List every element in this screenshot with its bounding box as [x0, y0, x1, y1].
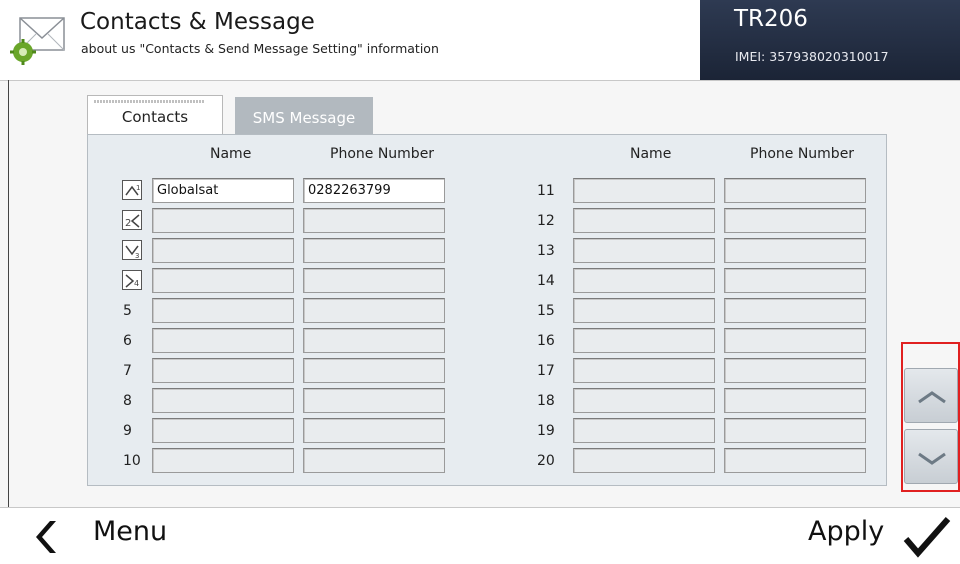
left-divider — [8, 80, 9, 564]
contact-phone-field[interactable] — [303, 208, 445, 233]
contact-name-field[interactable] — [573, 208, 715, 233]
row-number: 11 — [537, 183, 555, 199]
contact-name-field[interactable] — [573, 388, 715, 413]
contact-name-field[interactable] — [152, 358, 294, 383]
contact-phone-field[interactable] — [303, 328, 445, 353]
chevron-left-icon[interactable] — [32, 519, 56, 555]
header: Contacts & Message about us "Contacts & … — [0, 0, 960, 80]
contact-name-field[interactable] — [152, 388, 294, 413]
row-number: 10 — [123, 453, 141, 469]
contact-phone-field[interactable] — [724, 448, 866, 473]
chevron-down-icon — [918, 452, 946, 465]
contact-name-field[interactable] — [152, 268, 294, 293]
device-info: TR206 IMEI: 357938020310017 — [700, 0, 960, 80]
device-name: TR206 — [734, 6, 808, 32]
column-header-phone-right: Phone Number — [750, 146, 855, 162]
envelope-gear-icon — [10, 17, 65, 65]
contact-name-field[interactable] — [573, 238, 715, 263]
row-number: 13 — [537, 243, 555, 259]
contact-phone-field[interactable] — [724, 208, 866, 233]
column-header-name-left: Name — [210, 146, 252, 162]
contact-phone-field[interactable] — [303, 298, 445, 323]
contact-name-field[interactable] — [573, 268, 715, 293]
contact-phone-field[interactable] — [724, 328, 866, 353]
apply-button[interactable]: Apply — [808, 516, 884, 547]
row-number: 6 — [123, 333, 132, 349]
tab-sms-message[interactable]: SMS Message — [235, 97, 373, 135]
quick-key-4-icon: 4 — [122, 270, 142, 290]
scroll-down-button[interactable] — [904, 429, 958, 484]
checkmark-icon[interactable] — [900, 515, 954, 559]
contact-name-field[interactable] — [152, 238, 294, 263]
device-imei: IMEI: 357938020310017 — [735, 49, 889, 64]
contact-phone-field[interactable] — [303, 448, 445, 473]
svg-text:1: 1 — [136, 184, 140, 192]
quick-key-1-icon: 1 — [122, 180, 142, 200]
tab-contacts-label: Contacts — [121, 108, 189, 126]
svg-text:2: 2 — [125, 218, 131, 229]
row-number: 16 — [537, 333, 555, 349]
contact-name-field[interactable] — [573, 358, 715, 383]
row-number: 12 — [537, 213, 555, 229]
contact-name-field[interactable] — [573, 418, 715, 443]
contact-phone-field[interactable] — [724, 388, 866, 413]
page-title: Contacts & Message — [80, 9, 315, 35]
quick-key-3-icon: 3 — [122, 240, 142, 260]
contact-phone-field[interactable]: 0282263799 — [303, 178, 445, 203]
contact-phone-field[interactable] — [303, 238, 445, 263]
column-header-phone-left: Phone Number — [330, 146, 435, 162]
quick-key-2-icon: 2 — [122, 210, 142, 230]
contact-phone-field[interactable] — [724, 238, 866, 263]
row-number: 20 — [537, 453, 555, 469]
contact-phone-field[interactable] — [303, 418, 445, 443]
row-number: 15 — [537, 303, 555, 319]
row-number: 8 — [123, 393, 132, 409]
row-number: 5 — [123, 303, 132, 319]
contact-name-field[interactable] — [573, 448, 715, 473]
contact-phone-field[interactable] — [303, 358, 445, 383]
contact-name-field[interactable] — [152, 208, 294, 233]
contact-phone-field[interactable] — [724, 268, 866, 293]
contact-name-field[interactable] — [573, 298, 715, 323]
column-header-name-right: Name — [630, 146, 672, 162]
contact-name-field[interactable] — [152, 418, 294, 443]
chevron-up-icon — [918, 391, 946, 404]
contact-name-field[interactable] — [573, 328, 715, 353]
tab-sms-label: SMS Message — [252, 109, 356, 127]
contact-name-field[interactable] — [573, 178, 715, 203]
contact-phone-field[interactable] — [303, 268, 445, 293]
tab-grip — [94, 100, 204, 103]
contact-phone-field[interactable] — [303, 388, 445, 413]
contact-name-field[interactable] — [152, 298, 294, 323]
row-number: 19 — [537, 423, 555, 439]
contact-name-field[interactable] — [152, 328, 294, 353]
row-number: 7 — [123, 363, 132, 379]
svg-text:3: 3 — [135, 252, 139, 259]
contact-name-field[interactable]: Globalsat — [152, 178, 294, 203]
svg-text:4: 4 — [134, 279, 139, 288]
tab-contacts[interactable]: Contacts — [87, 95, 223, 135]
row-number: 17 — [537, 363, 555, 379]
menu-button[interactable]: Menu — [93, 516, 167, 547]
scroll-up-button[interactable] — [904, 368, 958, 423]
page-subtitle: about us "Contacts & Send Message Settin… — [81, 41, 439, 56]
row-number: 18 — [537, 393, 555, 409]
contact-name-field[interactable] — [152, 448, 294, 473]
contact-phone-field[interactable] — [724, 358, 866, 383]
row-number: 14 — [537, 273, 555, 289]
contact-phone-field[interactable] — [724, 298, 866, 323]
contact-phone-field[interactable] — [724, 178, 866, 203]
row-number: 9 — [123, 423, 132, 439]
contact-phone-field[interactable] — [724, 418, 866, 443]
